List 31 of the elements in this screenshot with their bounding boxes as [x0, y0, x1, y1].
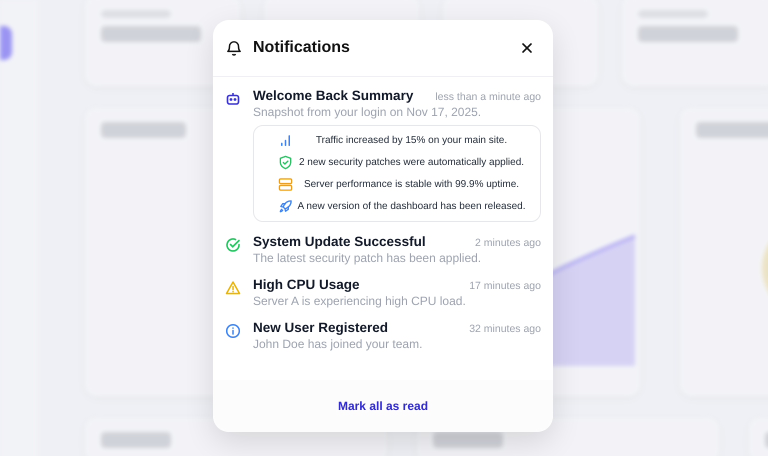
notification-text: John Doe has joined your team.: [253, 337, 424, 351]
close-icon[interactable]: [521, 42, 533, 54]
mark-all-read-link[interactable]: Mark all as read: [338, 399, 428, 413]
bell-icon: [225, 39, 243, 57]
notification-time: 17 minutes ago: [469, 280, 541, 292]
notification-time: 32 minutes ago: [469, 323, 541, 335]
notification-title: New User Registered: [253, 320, 388, 335]
blurred-heading: [696, 122, 768, 138]
notification-title: System Update Successful: [253, 234, 426, 249]
server-icon: [278, 177, 293, 192]
warning-icon: [225, 280, 241, 296]
notification-text: Snapshot from your login on Nov 17, 2025.: [253, 105, 482, 119]
summary-text: 2 new security patches were automatically applied.: [298, 157, 526, 168]
notification-title: High CPU Usage: [253, 277, 360, 292]
robot-icon: [225, 91, 241, 107]
blurred-heading: [433, 432, 503, 448]
summary-text: Traffic increased by 15% on your main site.: [314, 135, 508, 146]
rocket-icon: [278, 199, 293, 214]
notification-time: less than a minute ago: [435, 91, 541, 103]
summary-text: Server performance is stable with 99.9% uptime.: [302, 179, 520, 190]
dialog-title: Notifications: [253, 39, 351, 57]
notification-text: The latest security patch has been applied.: [253, 251, 482, 265]
notification-text: Server A is experiencing high CPU load.: [253, 294, 467, 308]
info-icon: [225, 323, 241, 339]
summary-text: A new version of the dashboard has been released.: [296, 201, 526, 212]
check-circle-icon: [225, 237, 241, 253]
bar-chart-icon: [278, 133, 293, 148]
notification-time: 2 minutes ago: [475, 237, 541, 249]
blurred-heading: [101, 432, 171, 448]
notification-title: Welcome Back Summary: [253, 88, 414, 103]
shield-check-icon: [278, 155, 293, 170]
